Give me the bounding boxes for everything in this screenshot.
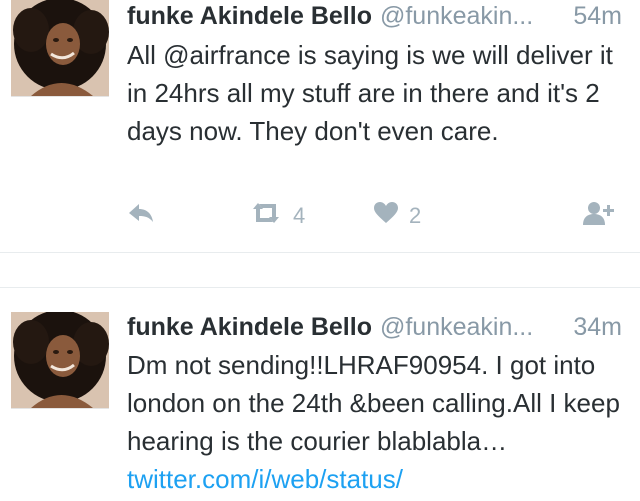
tweet-body: Dm not sending!!LHRAF90954. I got into l…	[127, 350, 620, 456]
retweet-count: 4	[293, 203, 306, 228]
author-name[interactable]: funke Akindele Bello	[127, 2, 372, 30]
like-button[interactable]: 2	[373, 198, 421, 234]
tweet-actions: 4 2	[127, 198, 616, 234]
author-handle[interactable]: @funkeakin...	[380, 2, 533, 30]
follow-icon	[582, 199, 616, 233]
timeline: funke Akindele Bello @funkeakin... 54m Al…	[0, 0, 640, 501]
tweet[interactable]: funke Akindele Bello @funkeakin... 34m Dm…	[0, 288, 640, 501]
author-name[interactable]: funke Akindele Bello	[127, 313, 372, 341]
tweet-text: All @airfrance is saying is we will deli…	[127, 40, 613, 146]
author-handle[interactable]: @funkeakin...	[380, 313, 533, 341]
follow-button[interactable]	[582, 198, 616, 234]
retweet-button[interactable]: 4	[249, 198, 305, 234]
avatar[interactable]	[11, 0, 109, 96]
tweet-text: Dm not sending!!LHRAF90954. I got into l…	[127, 346, 622, 498]
tweet-header: funke Akindele Bello @funkeakin... 34m	[127, 310, 622, 344]
retweet-icon	[249, 201, 283, 231]
timestamp[interactable]: 54m	[573, 0, 622, 33]
avatar-image	[11, 0, 109, 96]
like-count: 2	[409, 203, 422, 228]
tweet-link[interactable]: twitter.com/i/web/status/	[127, 464, 403, 494]
tweet-header: funke Akindele Bello @funkeakin... 54m	[127, 0, 622, 33]
timestamp[interactable]: 34m	[573, 310, 622, 344]
avatar[interactable]	[11, 312, 109, 408]
reply-icon	[127, 201, 155, 231]
heart-icon	[373, 201, 399, 231]
reply-button[interactable]	[127, 198, 155, 234]
tweet[interactable]: funke Akindele Bello @funkeakin... 54m Al…	[0, 0, 640, 252]
avatar-image	[11, 312, 109, 408]
timeline-divider	[0, 252, 640, 288]
